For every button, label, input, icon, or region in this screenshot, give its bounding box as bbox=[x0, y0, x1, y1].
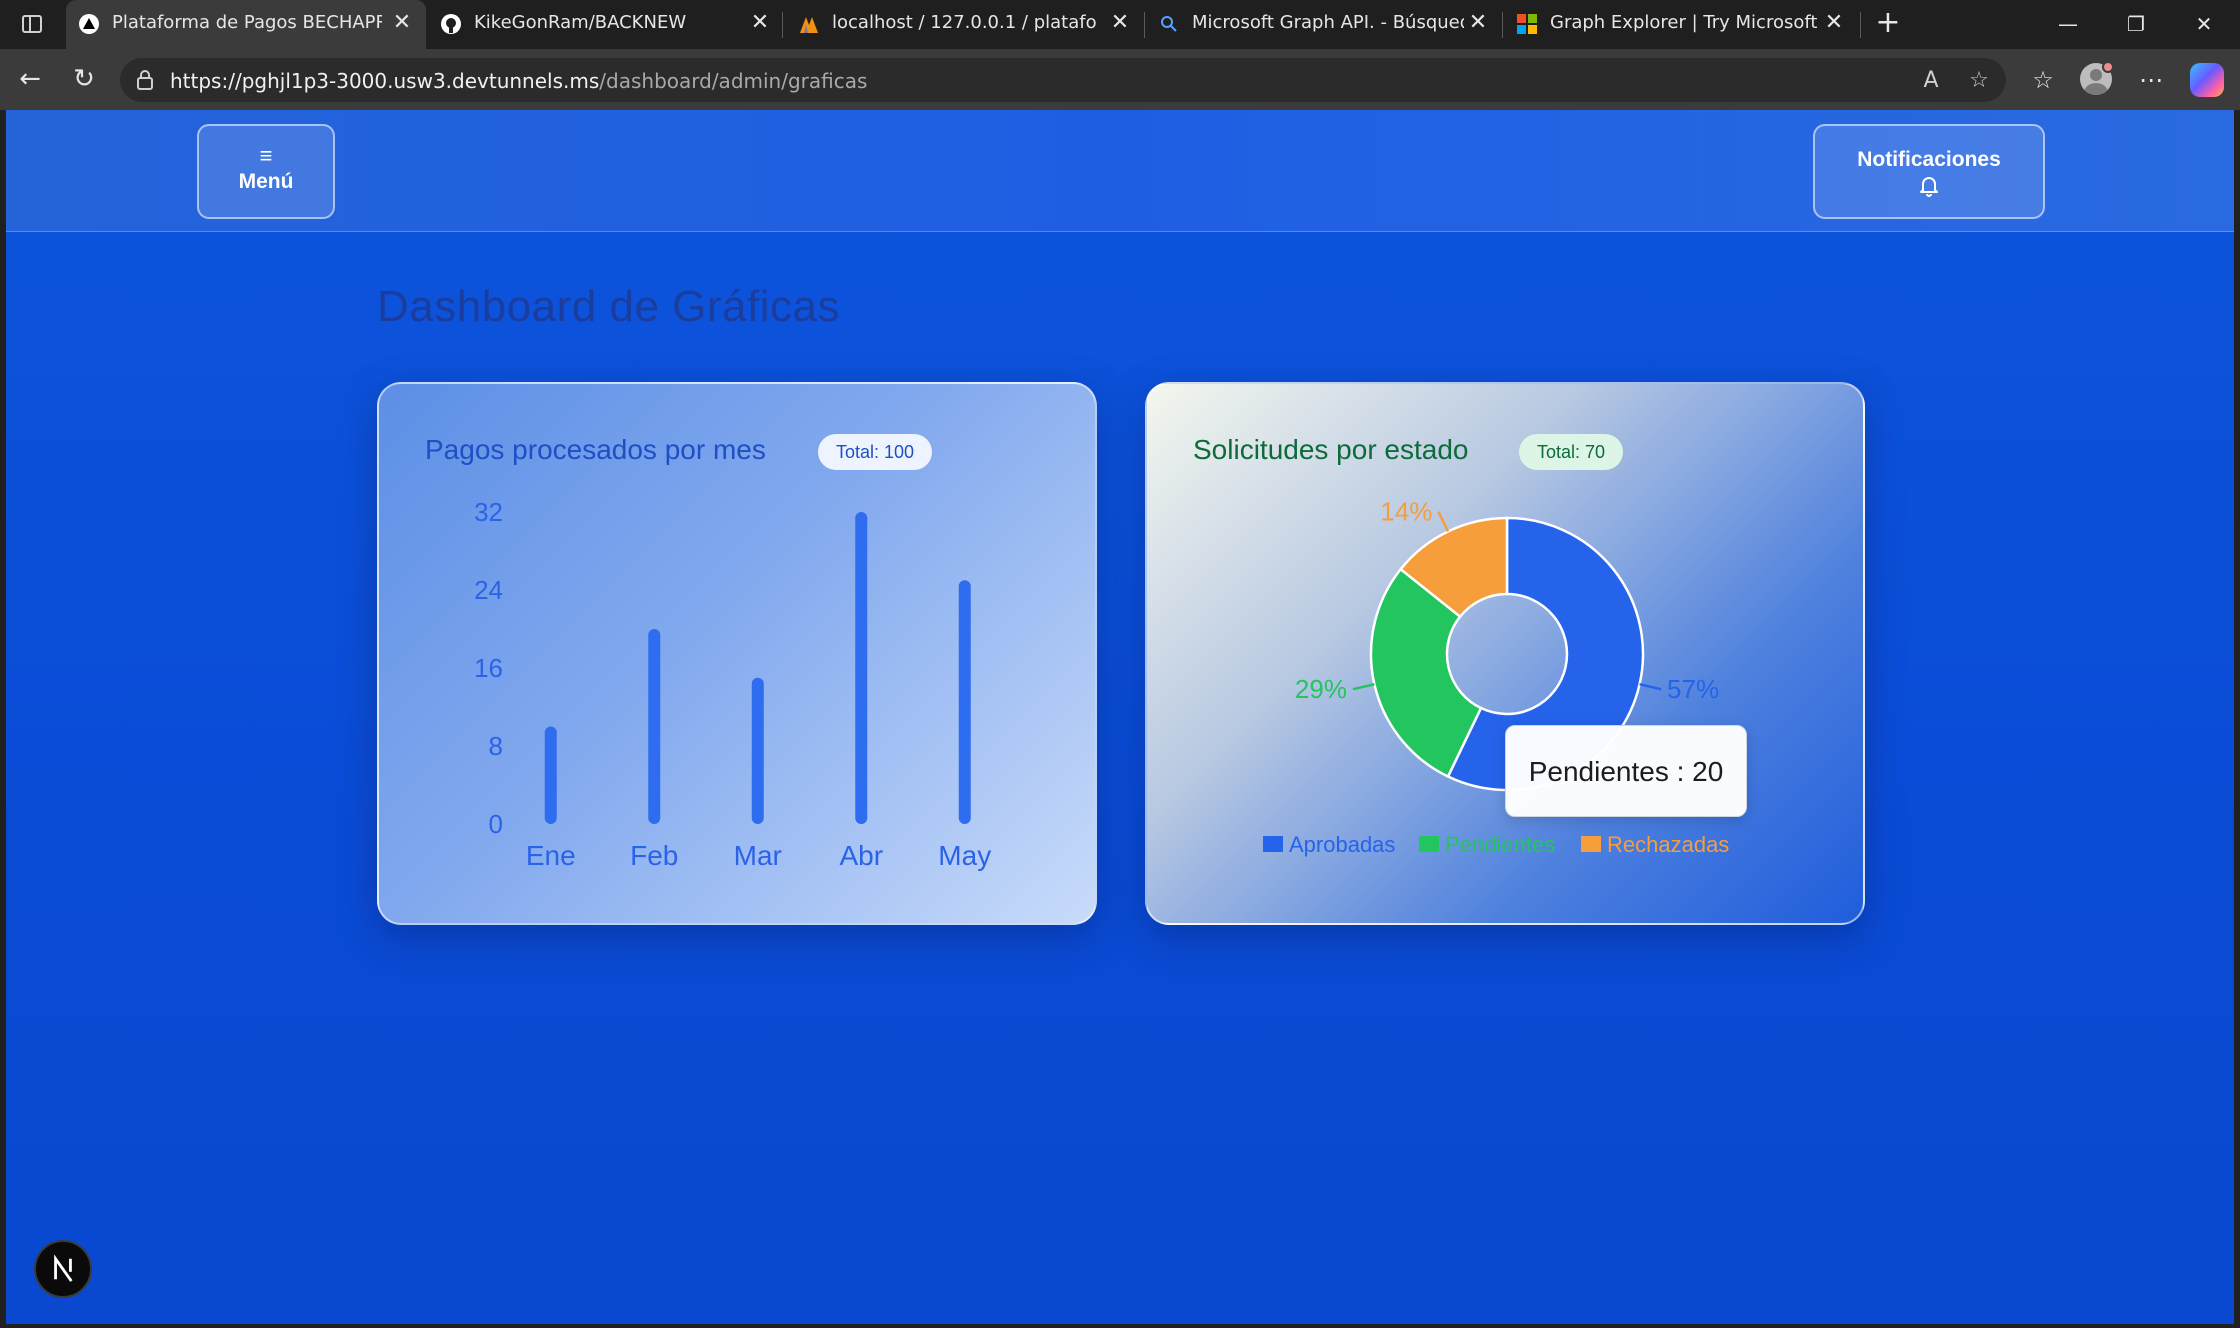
new-tab-button[interactable]: + bbox=[1870, 6, 1906, 42]
copilot-icon[interactable] bbox=[2190, 63, 2224, 97]
nextjs-logo-icon bbox=[54, 1254, 73, 1282]
bar-ene[interactable] bbox=[544, 726, 557, 825]
hamburger-icon: ≡ bbox=[259, 143, 273, 168]
close-tab-icon[interactable]: ✕ bbox=[390, 10, 414, 36]
tab-separator bbox=[782, 12, 783, 38]
legend-label-rechazadas[interactable]: Rechazadas bbox=[1607, 832, 1729, 857]
bar-feb[interactable] bbox=[648, 629, 661, 824]
tab-title: KikeGonRam/BACKNEW bbox=[474, 12, 687, 33]
phpmyadmin-icon bbox=[800, 17, 818, 33]
requests-chart-card: Solicitudes por estado Total: 70 57% 29% 1… bbox=[1145, 382, 1865, 925]
favorites-icon[interactable]: ☆ bbox=[2024, 61, 2062, 99]
slice-percent-label: 14% bbox=[1380, 497, 1432, 527]
browser-tab-2[interactable]: KikeGonRam/BACKNEW ✕ bbox=[428, 0, 776, 49]
legend-label-aprobadas[interactable]: Aprobadas bbox=[1289, 832, 1395, 857]
x-tick-label: Abr bbox=[839, 840, 883, 871]
minimize-button[interactable]: — bbox=[2034, 0, 2102, 49]
slice-percent-label: 29% bbox=[1295, 674, 1347, 704]
refresh-button[interactable]: ↻ bbox=[66, 61, 102, 97]
microsoft-icon bbox=[1517, 14, 1537, 34]
menu-label: Menú bbox=[238, 170, 294, 193]
tab-actions-icon bbox=[22, 15, 42, 33]
tab-title: Graph Explorer | Try Microsoft Gra bbox=[1550, 12, 1820, 33]
url-path: /dashboard/admin/graficas bbox=[599, 69, 868, 93]
slice-leader-line bbox=[1437, 511, 1450, 533]
browser-tabstrip: Plataforma de Pagos BECHAPRA ✕ KikeGonRa… bbox=[0, 0, 2240, 49]
slice-percent-label: 57% bbox=[1667, 674, 1719, 704]
x-tick-label: Ene bbox=[526, 840, 576, 871]
browser-tab-4[interactable]: Microsoft Graph API. - Búsqueda ✕ bbox=[1146, 0, 1502, 49]
url-host: https://pghjl1p3-3000.usw3.devtunnels.ms bbox=[170, 69, 600, 93]
browser-tab-5[interactable]: Graph Explorer | Try Microsoft Gra ✕ bbox=[1504, 0, 1860, 49]
tab-separator bbox=[1502, 12, 1503, 38]
menu-button[interactable]: ≡ Menú bbox=[197, 124, 335, 219]
lock-icon bbox=[137, 70, 153, 90]
bar-abr[interactable] bbox=[855, 512, 868, 824]
tab-title: Plataforma de Pagos BECHAPRA bbox=[112, 12, 382, 33]
read-aloud-icon[interactable]: A bbox=[1916, 66, 1946, 96]
restore-button[interactable]: ❐ bbox=[2102, 0, 2170, 49]
url-text: https://pghjl1p3-3000.usw3.devtunnels.ms… bbox=[170, 69, 867, 93]
close-window-button[interactable]: ✕ bbox=[2170, 0, 2238, 49]
x-tick-label: May bbox=[938, 840, 991, 871]
browser-tab-1[interactable]: Plataforma de Pagos BECHAPRA ✕ bbox=[66, 0, 426, 49]
chart-tooltip: Pendientes : 20 bbox=[1505, 725, 1747, 817]
legend-swatch bbox=[1581, 836, 1601, 852]
legend-swatch bbox=[1419, 836, 1439, 852]
bar-may[interactable] bbox=[958, 580, 971, 824]
browser-toolbar: ← ↻ https://pghjl1p3-3000.usw3.devtunnel… bbox=[0, 49, 2240, 110]
slice-leader-line bbox=[1352, 683, 1375, 691]
y-tick-label: 32 bbox=[474, 497, 503, 527]
y-tick-label: 24 bbox=[474, 575, 503, 605]
notifications-label: Notificaciones bbox=[1857, 148, 2001, 171]
bar-mar[interactable] bbox=[751, 677, 764, 824]
close-tab-icon[interactable]: ✕ bbox=[1466, 10, 1490, 36]
browser-tab-3[interactable]: localhost / 127.0.0.1 / plataforma ✕ bbox=[786, 0, 1144, 49]
page-title: Dashboard de Gráficas bbox=[377, 282, 840, 331]
close-tab-icon[interactable]: ✕ bbox=[748, 10, 772, 36]
x-tick-label: Feb bbox=[630, 840, 678, 871]
favorite-star-icon[interactable]: ☆ bbox=[1964, 66, 1994, 96]
github-icon bbox=[441, 14, 461, 34]
y-tick-label: 16 bbox=[474, 653, 503, 683]
top-navbar: ≡ Menú Notificaciones bbox=[6, 110, 2234, 232]
y-tick-label: 0 bbox=[489, 809, 503, 839]
legend-swatch bbox=[1263, 836, 1283, 852]
page-viewport: ≡ Menú Notificaciones Dashboard de Gráfi… bbox=[6, 110, 2234, 1324]
more-options-icon[interactable]: ⋯ bbox=[2132, 61, 2170, 99]
tab-title: Microsoft Graph API. - Búsqueda bbox=[1192, 12, 1464, 33]
notifications-button[interactable]: Notificaciones bbox=[1813, 124, 2045, 219]
triangle-icon bbox=[79, 14, 99, 34]
address-bar[interactable]: https://pghjl1p3-3000.usw3.devtunnels.ms… bbox=[120, 58, 2006, 102]
tab-separator bbox=[1144, 12, 1145, 38]
back-button[interactable]: ← bbox=[12, 61, 48, 97]
payments-bar-chart: 0 8 16 24 32 Ene Feb Mar Abr May bbox=[474, 497, 991, 871]
profile-notification-dot bbox=[2102, 61, 2114, 73]
bell-icon bbox=[1920, 177, 1938, 197]
requests-donut-chart: 57% 29% 14% Aprobadas Pendientes Rechazadas bbox=[1263, 497, 1729, 857]
slice-leader-line bbox=[1639, 683, 1662, 691]
close-tab-icon[interactable]: ✕ bbox=[1108, 10, 1132, 36]
tab-actions-button[interactable] bbox=[14, 10, 48, 40]
legend-label-pendientes[interactable]: Pendientes bbox=[1445, 832, 1555, 857]
tab-separator bbox=[1860, 12, 1861, 38]
nextjs-dev-badge[interactable] bbox=[34, 1240, 92, 1298]
close-tab-icon[interactable]: ✕ bbox=[1822, 10, 1846, 36]
search-icon bbox=[1161, 16, 1177, 32]
tab-title: localhost / 127.0.0.1 / plataforma bbox=[832, 12, 1096, 33]
x-tick-label: Mar bbox=[734, 840, 782, 871]
y-tick-label: 8 bbox=[489, 731, 503, 761]
payments-chart-card: Pagos procesados por mes Total: 100 0 8 16… bbox=[377, 382, 1097, 925]
